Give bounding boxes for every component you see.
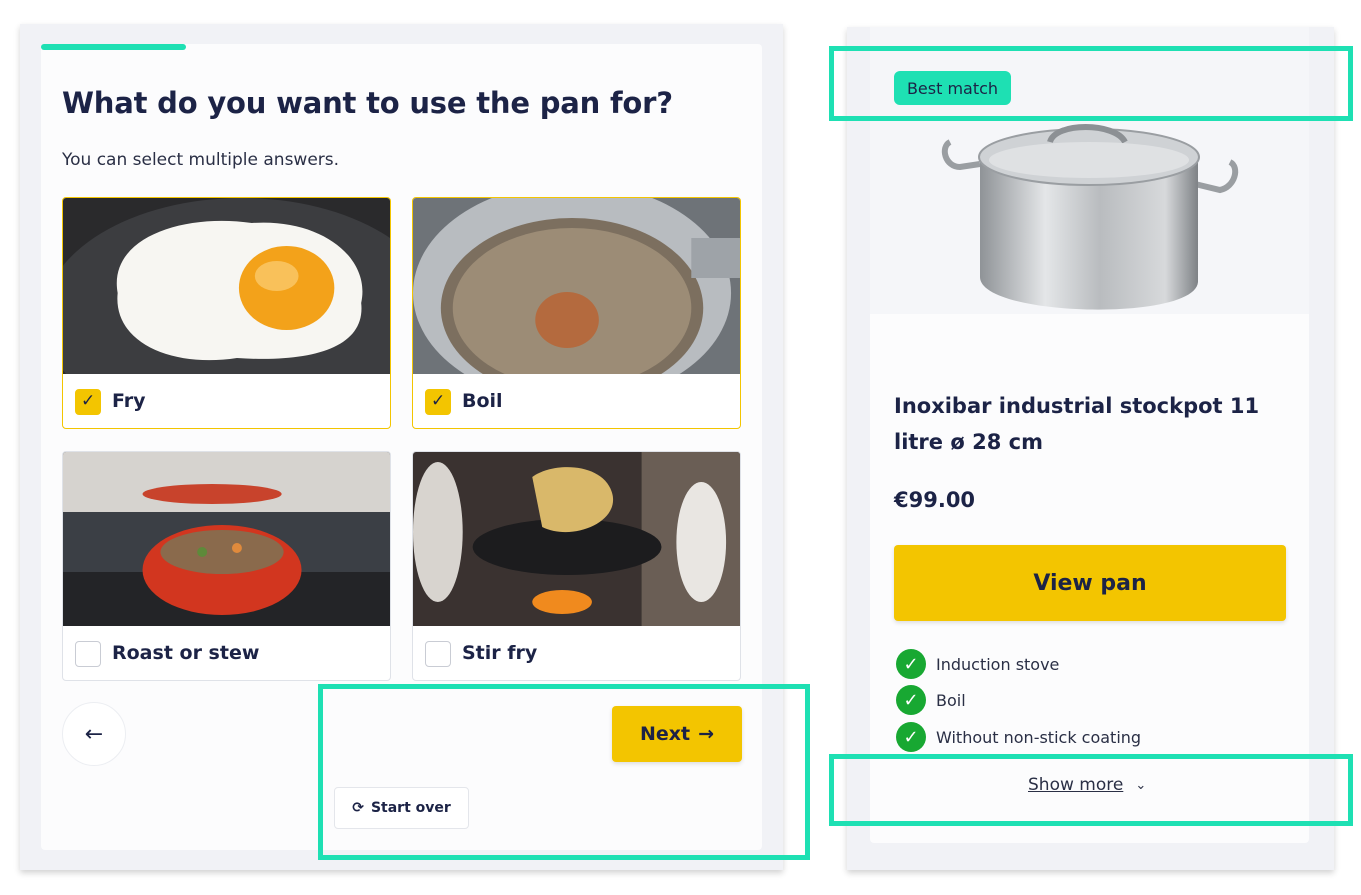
option-label: Roast or stew	[112, 642, 260, 664]
check-circle-icon: ✓	[896, 685, 926, 715]
stew-pot-image	[63, 452, 390, 626]
feature-item: ✓ Without non-stick coating	[896, 722, 1141, 752]
option-stir-fry[interactable]: Stir fry	[412, 451, 741, 681]
option-boil[interactable]: ✓ Boil	[412, 197, 741, 429]
highlight-box-badge	[829, 46, 1353, 121]
check-circle-icon: ✓	[896, 722, 926, 752]
feature-item: ✓ Boil	[896, 685, 966, 715]
check-icon: ✓	[431, 391, 446, 411]
feature-label: Boil	[936, 690, 966, 710]
option-fry[interactable]: ✓ Fry	[62, 197, 391, 429]
view-pan-button[interactable]: View pan	[894, 545, 1286, 621]
option-label: Fry	[112, 390, 146, 412]
feature-label: Without non-stick coating	[936, 727, 1142, 747]
question-hint: You can select multiple answers.	[62, 150, 340, 170]
fried-egg-image	[63, 198, 390, 374]
stockpot-image	[941, 124, 1239, 310]
arrow-left-icon: ←	[84, 721, 104, 747]
checkbox-fry[interactable]: ✓	[75, 389, 101, 415]
product-title: Inoxibar industrial stockpot 11 litre ø …	[894, 394, 1260, 454]
feature-item: ✓ Induction stove	[896, 649, 1059, 679]
stir-fry-wok-image	[413, 452, 740, 626]
boiling-egg-image	[413, 198, 740, 374]
highlight-box-show-more	[829, 754, 1353, 826]
question-title: What do you want to use the pan for?	[62, 86, 673, 120]
back-button[interactable]: ←	[62, 702, 126, 766]
option-roast-or-stew[interactable]: Roast or stew	[62, 451, 391, 681]
option-label: Boil	[462, 390, 503, 412]
screen: What do you want to use the pan for? You…	[0, 0, 1361, 895]
highlight-box-navigation	[318, 684, 810, 860]
checkbox-stir-fry[interactable]	[425, 641, 451, 667]
checkbox-roast-or-stew[interactable]	[75, 641, 101, 667]
product-price: €99.00	[894, 488, 976, 512]
feature-label: Induction stove	[936, 654, 1060, 674]
check-icon: ✓	[81, 391, 96, 411]
check-circle-icon: ✓	[896, 649, 926, 679]
progress-bar	[41, 44, 186, 50]
option-label: Stir fry	[462, 642, 538, 664]
checkbox-boil[interactable]: ✓	[425, 389, 451, 415]
